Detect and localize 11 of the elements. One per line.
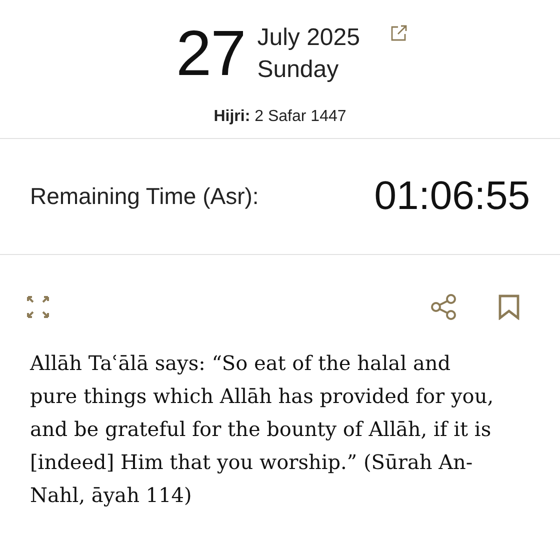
weekday: Sunday [257, 55, 340, 85]
external-link-icon[interactable] [390, 24, 408, 42]
bookmark-icon[interactable] [498, 294, 520, 320]
hijri-date: Hijri: 2 Safar 1447 [214, 108, 346, 126]
day-number: 27 [176, 18, 246, 88]
expand-icon[interactable] [26, 295, 50, 319]
share-icon[interactable] [430, 293, 458, 321]
month-year: July 2025 [257, 23, 360, 53]
remaining-time-label: Remaining Time (Asr): [30, 183, 259, 210]
remaining-time: 01:06:55 [374, 174, 530, 219]
quote-text: Allāh Taʿālā says: “So eat of the halal and pure things which Allāh has provided for you, and be grateful for the bounty of Allāh, if it is [indeed] Him that you worship.” (Sūrah An-Nahl, āyah 114) [30, 350, 495, 509]
